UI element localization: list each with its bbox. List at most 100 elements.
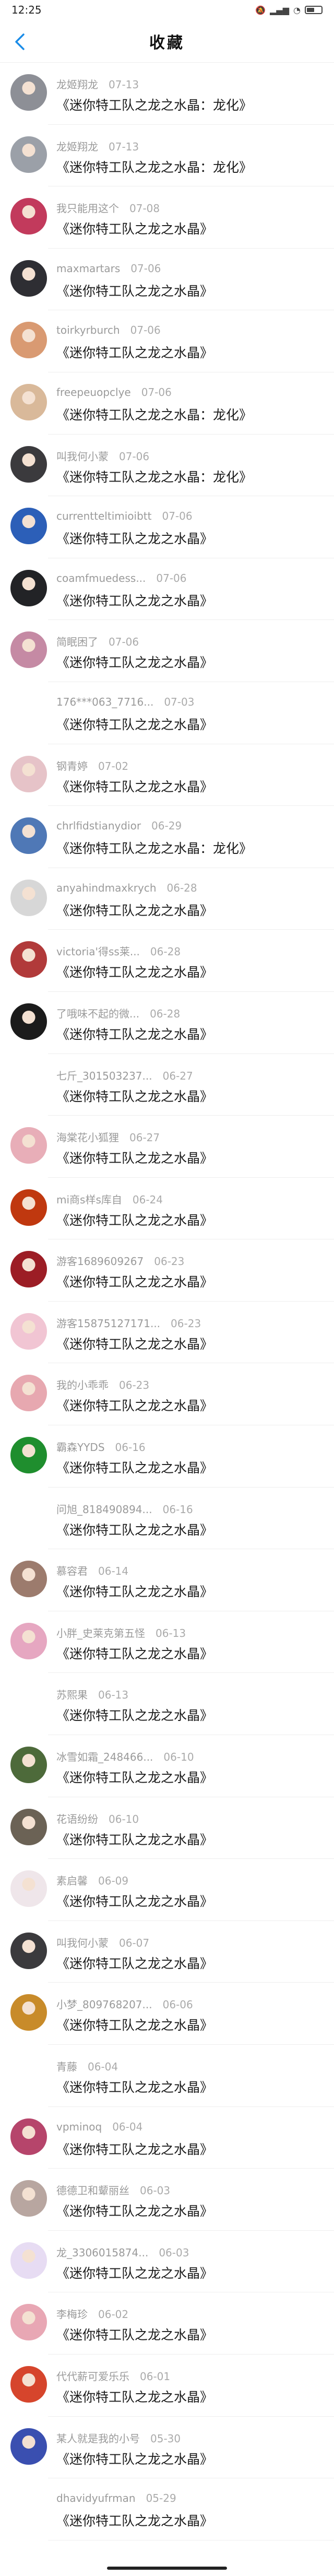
username[interactable]: 了哦味不起的微...	[56, 1008, 139, 1020]
list-item[interactable]: coamfmuedess... 07-06 《迷你特工队之龙之水晶》	[0, 558, 334, 620]
avatar[interactable]	[10, 74, 47, 111]
item-title[interactable]: 《迷你特工队之龙之水晶：龙化》	[56, 405, 252, 424]
username[interactable]: mi商s样s库自	[56, 1193, 122, 1206]
list-item[interactable]: 李梅珍 06-02 《迷你特工队之龙之水晶》	[0, 2292, 334, 2355]
username[interactable]: victoria'得ss莱...	[56, 945, 140, 958]
item-title[interactable]: 《迷你特工队之龙之水晶：龙化》	[56, 838, 252, 857]
item-title[interactable]: 《迷你特工队之龙之水晶》	[56, 219, 213, 238]
list-item[interactable]: 龙姬翔龙 07-13 《迷你特工队之龙之水晶：龙化》	[0, 125, 334, 187]
username[interactable]: 叫我何小蒙	[56, 450, 109, 463]
item-title[interactable]: 《迷你特工队之龙之水晶》	[56, 343, 213, 361]
avatar[interactable]	[10, 2304, 47, 2341]
avatar[interactable]	[10, 383, 47, 420]
list-item[interactable]: 七斤_301503237... 06-27 《迷你特工队之龙之水晶》	[0, 1054, 334, 1116]
username[interactable]: freepeuopclye	[56, 386, 131, 399]
username[interactable]: toirkyrburch	[56, 324, 120, 336]
item-title[interactable]: 《迷你特工队之龙之水晶》	[56, 1767, 213, 1786]
list-item[interactable]: currentteltimioibtt 07-06 《迷你特工队之龙之水晶》	[0, 496, 334, 558]
avatar[interactable]	[10, 198, 47, 235]
username[interactable]: 简眠困了	[56, 636, 98, 648]
item-title[interactable]: 《迷你特工队之龙之水晶》	[56, 281, 213, 300]
list-item[interactable]: 了哦味不起的微... 06-28 《迷你特工队之龙之水晶》	[0, 992, 334, 1054]
item-title[interactable]: 《迷你特工队之龙之水晶》	[56, 900, 213, 919]
item-title[interactable]: 《迷你特工队之龙之水晶》	[56, 652, 213, 671]
item-title[interactable]: 《迷你特工队之龙之水晶》	[56, 1458, 213, 1477]
avatar[interactable]	[10, 1065, 47, 1102]
list-item[interactable]: 霸森YYDS 06-16 《迷你特工队之龙之水晶》	[0, 1425, 334, 1488]
username[interactable]: 七斤_301503237...	[56, 1070, 152, 1082]
list-item[interactable]: 某人就是我的小号 05-30 《迷你特工队之龙之水晶》	[0, 2417, 334, 2479]
avatar[interactable]	[10, 694, 47, 730]
list-item[interactable]: 素启馨 06-09 《迷你特工队之龙之水晶》	[0, 1859, 334, 1921]
avatar[interactable]	[10, 2242, 47, 2279]
username[interactable]: 龙姬翔龙	[56, 78, 98, 91]
avatar[interactable]	[10, 260, 47, 297]
item-title[interactable]: 《迷你特工队之龙之水晶》	[56, 962, 213, 981]
username[interactable]: 小胖_史莱克第五怪	[56, 1627, 145, 1640]
list-item[interactable]: 龙_3306015874... 06-03 《迷你特工队之龙之水晶》	[0, 2231, 334, 2293]
list-item[interactable]: 代代薪可爱乐乐 06-01 《迷你特工队之龙之水晶》	[0, 2355, 334, 2417]
avatar[interactable]	[10, 2180, 47, 2217]
list-item[interactable]: 慕容君 06-14 《迷你特工队之龙之水晶》	[0, 1549, 334, 1611]
item-title[interactable]: 《迷你特工队之龙之水晶》	[56, 1582, 213, 1600]
username[interactable]: 青藤	[56, 2060, 77, 2073]
username[interactable]: 问旭_818490894...	[56, 1503, 152, 1516]
list-item[interactable]: 钢青婷 07-02 《迷你特工队之龙之水晶》	[0, 744, 334, 806]
item-title[interactable]: 《迷你特工队之龙之水晶》	[56, 2387, 213, 2406]
avatar[interactable]	[10, 755, 47, 792]
item-title[interactable]: 《迷你特工队之龙之水晶》	[56, 1210, 213, 1229]
item-title[interactable]: 《迷你特工队之龙之水晶》	[56, 1086, 213, 1105]
item-title[interactable]: 《迷你特工队之龙之水晶：龙化》	[56, 467, 252, 486]
home-indicator[interactable]	[107, 2567, 227, 2570]
avatar[interactable]	[10, 1375, 47, 1412]
avatar[interactable]	[10, 1003, 47, 1040]
avatar[interactable]	[10, 817, 47, 854]
avatar[interactable]	[10, 1808, 47, 1845]
list-item[interactable]: toirkyrburch 07-06 《迷你特工队之龙之水晶》	[0, 310, 334, 372]
item-title[interactable]: 《迷你特工队之龙之水晶》	[56, 2263, 213, 2282]
list-item[interactable]: 叫我何小蒙 07-06 《迷你特工队之龙之水晶：龙化》	[0, 435, 334, 497]
username[interactable]: 游客15875127171...	[56, 1317, 160, 1330]
username[interactable]: vpminoq	[56, 2121, 102, 2133]
username[interactable]: 德德卫和颦丽丝	[56, 2184, 129, 2197]
list-item[interactable]: 青藤 06-04 《迷你特工队之龙之水晶》	[0, 2045, 334, 2107]
username[interactable]: 海棠花小狐狸	[56, 1131, 119, 1144]
username[interactable]: 我只能用这个	[56, 202, 119, 215]
avatar[interactable]	[10, 1313, 47, 1350]
username[interactable]: 游客1689609267	[56, 1255, 144, 1268]
avatar[interactable]	[10, 1622, 47, 1659]
username[interactable]: dhavidyufrman	[56, 2492, 136, 2504]
avatar[interactable]	[10, 1684, 47, 1721]
item-title[interactable]: 《迷你特工队之龙之水晶：龙化》	[56, 95, 252, 114]
avatar[interactable]	[10, 2490, 47, 2526]
avatar[interactable]	[10, 631, 47, 669]
username[interactable]: maxmartars	[56, 262, 120, 275]
list-item[interactable]: 小胖_史莱克第五怪 06-13 《迷你特工队之龙之水晶》	[0, 1611, 334, 1673]
username[interactable]: 霸森YYDS	[56, 1441, 105, 1454]
avatar[interactable]	[10, 879, 47, 916]
username[interactable]: 176***063_7716...	[56, 696, 153, 708]
username[interactable]: coamfmuedess...	[56, 572, 146, 584]
item-title[interactable]: 《迷你特工队之龙之水晶》	[56, 1024, 213, 1043]
avatar[interactable]	[10, 2118, 47, 2155]
list-item[interactable]: 游客1689609267 06-23 《迷你特工队之龙之水晶》	[0, 1239, 334, 1302]
username[interactable]: 慕容君	[56, 1565, 88, 1577]
avatar[interactable]	[10, 1437, 47, 1474]
avatar[interactable]	[10, 446, 47, 483]
item-title[interactable]: 《迷你特工队之龙之水晶》	[56, 2139, 213, 2158]
username[interactable]: 我的小乖乖	[56, 1379, 109, 1391]
item-title[interactable]: 《迷你特工队之龙之水晶：龙化》	[56, 157, 252, 176]
list-item[interactable]: 小梦_809768207... 06-06 《迷你特工队之龙之水晶》	[0, 1983, 334, 2045]
list-item[interactable]: 德德卫和颦丽丝 06-03 《迷你特工队之龙之水晶》	[0, 2169, 334, 2231]
avatar[interactable]	[10, 1251, 47, 1288]
list-item[interactable]: 冰雪如霜_248466... 06-10 《迷你特工队之龙之水晶》	[0, 1735, 334, 1797]
username[interactable]: 代代薪可爱乐乐	[56, 2370, 129, 2383]
list-item[interactable]: chrlfidstianydior 06-29 《迷你特工队之龙之水晶：龙化》	[0, 806, 334, 868]
list-item[interactable]: victoria'得ss莱... 06-28 《迷你特工队之龙之水晶》	[0, 930, 334, 992]
avatar[interactable]	[10, 1870, 47, 1907]
item-title[interactable]: 《迷你特工队之龙之水晶》	[56, 591, 213, 610]
list-item[interactable]: 简眠困了 07-06 《迷你特工队之龙之水晶》	[0, 620, 334, 682]
username[interactable]: 小梦_809768207...	[56, 1998, 152, 2011]
item-title[interactable]: 《迷你特工队之龙之水晶》	[56, 1644, 213, 1662]
item-title[interactable]: 《迷你特工队之龙之水晶》	[56, 1705, 213, 1724]
